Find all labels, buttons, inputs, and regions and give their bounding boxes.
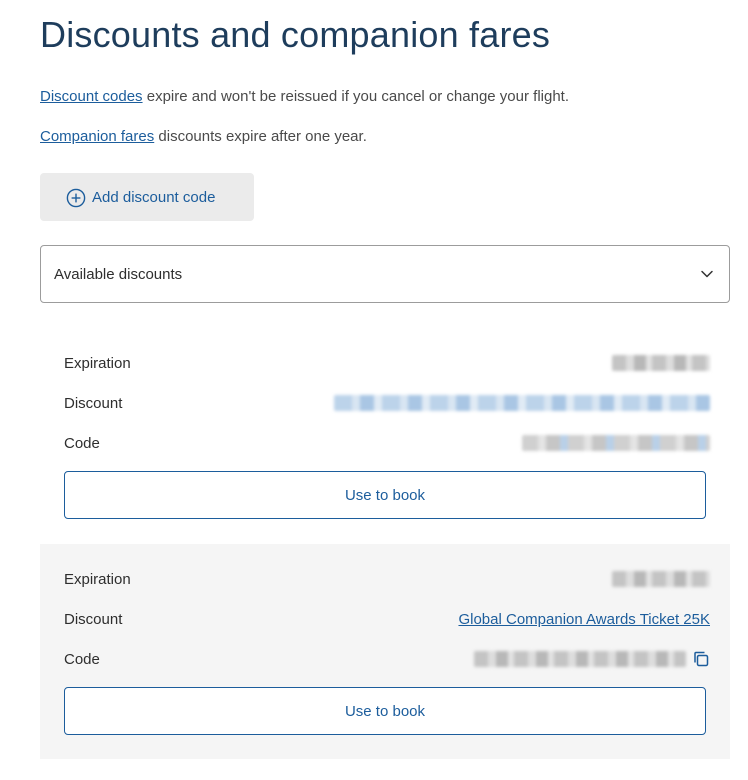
add-discount-code-button[interactable]: Add discount code [40,173,254,221]
discount-label: Discount [64,610,123,628]
discount-value-link[interactable]: Global Companion Awards Ticket 25K [458,611,710,628]
discount-value-redacted [334,395,710,411]
code-label: Code [64,434,100,452]
expiration-row: Expiration [64,352,710,374]
code-row: Code [64,432,710,454]
discount-card: Expiration Discount Global Companion Awa… [40,544,730,759]
copy-icon[interactable] [692,650,710,668]
discount-row: Discount Global Companion Awards Ticket … [64,608,710,630]
code-row: Code [64,648,710,670]
companion-fares-info: Companion fares discounts expire after o… [40,128,367,145]
code-label: Code [64,650,100,668]
expiration-row: Expiration [64,568,710,590]
discount-card: Expiration Discount Code Use to book [40,330,730,535]
discount-row: Discount [64,392,710,414]
expiration-value-redacted [612,571,710,587]
expiration-label: Expiration [64,570,131,588]
companion-fares-text: discounts expire after one year. [154,128,367,145]
expiration-value-redacted [612,355,710,371]
discount-codes-info: Discount codes expire and won't be reiss… [40,88,569,105]
plus-circle-icon [66,188,86,208]
use-to-book-button[interactable]: Use to book [64,687,706,735]
code-value-redacted [474,651,686,667]
expiration-label: Expiration [64,354,131,372]
code-value-redacted [522,435,710,451]
available-discounts-dropdown[interactable]: Available discounts [40,245,730,303]
discount-codes-text: expire and won't be reissued if you canc… [142,88,570,105]
companion-fares-link[interactable]: Companion fares [40,128,154,145]
available-discounts-label: Available discounts [54,265,183,283]
discount-label: Discount [64,394,123,412]
add-discount-code-label: Add discount code [92,188,216,206]
use-to-book-button[interactable]: Use to book [64,471,706,519]
page-title: Discounts and companion fares [40,14,551,55]
chevron-down-icon [701,270,713,278]
discount-codes-link[interactable]: Discount codes [40,88,143,105]
